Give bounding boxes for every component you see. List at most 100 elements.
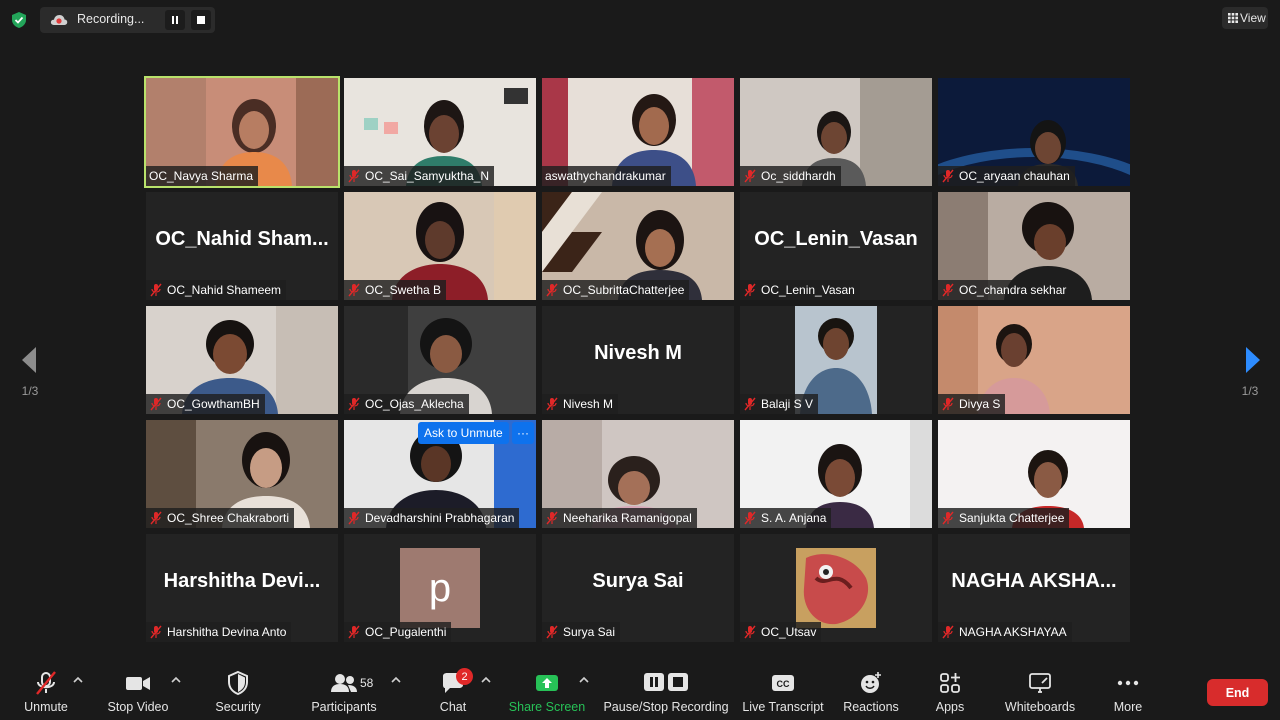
page-indicator-left: 1/3 <box>21 384 39 398</box>
participant-nameplate: OC_Pugalenthi <box>344 622 452 642</box>
video-tile[interactable]: OC_Swetha B <box>344 192 536 300</box>
video-tile[interactable]: OC_GowthamBH <box>146 306 338 414</box>
muted-mic-icon <box>744 283 756 297</box>
muted-mic-icon <box>942 511 954 525</box>
chevron-up-icon[interactable] <box>171 676 181 684</box>
video-tile[interactable]: OC_Sai_Samyuktha_N <box>344 78 536 186</box>
more-button[interactable]: More <box>1104 662 1152 720</box>
video-tile[interactable]: OC_Utsav <box>740 534 932 642</box>
unmute-button[interactable]: Unmute <box>16 662 76 720</box>
participant-name: OC_Swetha B <box>365 283 442 297</box>
chevron-up-icon[interactable] <box>391 676 401 684</box>
muted-mic-icon <box>150 511 162 525</box>
pause-stop-recording-button[interactable]: Pause/Stop Recording <box>600 662 732 720</box>
participant-name: Devadharshini Prabhagaran <box>365 511 515 525</box>
view-button[interactable]: View <box>1222 7 1268 29</box>
chevron-up-icon[interactable] <box>73 676 83 684</box>
video-tile[interactable]: OC_chandra sekhar <box>938 192 1130 300</box>
whiteboard-icon <box>1029 673 1051 693</box>
video-tile[interactable]: Surya Sai Surya Sai <box>542 534 734 642</box>
video-tile[interactable]: aswathychandrakumar <box>542 78 734 186</box>
recording-label: Recording... <box>77 12 145 26</box>
video-tile[interactable]: Harshitha Devi... Harshitha Devina Anto <box>146 534 338 642</box>
pause-recording-button[interactable] <box>165 10 185 30</box>
video-tile[interactable]: S. A. Anjana <box>740 420 932 528</box>
participant-name: Neeharika Ramanigopal <box>563 511 692 525</box>
participant-display-name: OC_Nahid Sham... <box>155 227 329 250</box>
video-tile[interactable]: Ask to Unmute ··· Devadharshini Prabhaga… <box>344 420 536 528</box>
participant-name: OC_aryaan chauhan <box>959 169 1070 183</box>
video-tile[interactable]: OC_Shree Chakraborti <box>146 420 338 528</box>
share-screen-icon <box>536 675 558 691</box>
share-screen-label: Share Screen <box>508 700 586 714</box>
muted-mic-icon <box>348 169 360 183</box>
video-tile[interactable]: OC_Navya Sharma <box>144 76 340 188</box>
video-tile[interactable]: Oc_siddhardh <box>740 78 932 186</box>
participant-display-name: Harshitha Devi... <box>163 569 321 592</box>
tile-more-options-button[interactable]: ··· <box>512 422 534 444</box>
participant-nameplate: OC_Shree Chakraborti <box>146 508 295 528</box>
participants-count: 58 <box>360 676 374 690</box>
encryption-shield-icon[interactable] <box>10 11 28 29</box>
whiteboards-button[interactable]: Whiteboards <box>1000 662 1080 720</box>
chevron-up-icon[interactable] <box>579 676 589 684</box>
video-tile[interactable]: Neeharika Ramanigopal <box>542 420 734 528</box>
muted-mic-icon <box>348 625 360 639</box>
video-tile[interactable]: Balaji S V <box>740 306 932 414</box>
participant-name: aswathychandrakumar <box>545 169 666 183</box>
video-tile[interactable]: Nivesh M Nivesh M <box>542 306 734 414</box>
reactions-label: Reactions <box>843 700 899 714</box>
muted-mic-icon <box>744 511 756 525</box>
stop-video-button[interactable]: Stop Video <box>104 662 172 720</box>
video-tile[interactable]: OC_Lenin_Vasan OC_Lenin_Vasan <box>740 192 932 300</box>
muted-mic-icon <box>546 397 558 411</box>
participant-nameplate: NAGHA AKSHAYAA <box>938 622 1072 642</box>
apps-button[interactable]: Apps <box>926 662 974 720</box>
pause-stop-recording-label: Pause/Stop Recording <box>603 700 729 714</box>
participant-name: OC_Shree Chakraborti <box>167 511 290 525</box>
participants-button[interactable]: 58 Participants <box>306 662 382 720</box>
video-tile[interactable]: Divya S <box>938 306 1130 414</box>
previous-page-arrow-icon[interactable] <box>18 345 42 375</box>
ask-to-unmute-button[interactable]: Ask to Unmute <box>418 422 509 444</box>
video-tile[interactable]: OC_SubrittaChatterjee <box>542 192 734 300</box>
chevron-up-icon[interactable] <box>481 676 491 684</box>
next-page-arrow-icon[interactable] <box>1240 345 1264 375</box>
stop-recording-button[interactable] <box>191 10 211 30</box>
muted-mic-icon <box>348 511 360 525</box>
muted-mic-icon <box>150 625 162 639</box>
participant-nameplate: OC_Navya Sharma <box>146 166 259 186</box>
chat-button[interactable]: 2 Chat <box>428 662 478 720</box>
video-tile[interactable]: OC_Ojas_Aklecha <box>344 306 536 414</box>
end-meeting-button[interactable]: End <box>1207 679 1268 706</box>
participant-nameplate: OC_Nahid Shameem <box>146 280 287 300</box>
gallery-grid: OC_Navya Sharma OC_Sai_Samyuktha_N aswat… <box>144 76 1134 644</box>
security-button[interactable]: Security <box>208 662 268 720</box>
participant-nameplate: OC_Utsav <box>740 622 822 642</box>
reactions-button[interactable]: Reactions <box>840 662 902 720</box>
video-tile[interactable]: Sanjukta Chatterjee <box>938 420 1130 528</box>
participant-nameplate: aswathychandrakumar <box>542 166 671 186</box>
security-label: Security <box>215 700 261 714</box>
participant-name: Sanjukta Chatterjee <box>959 511 1065 525</box>
participant-name: Divya S <box>959 397 1001 411</box>
muted-mic-icon <box>546 283 558 297</box>
video-tile[interactable]: p OC_Pugalenthi <box>344 534 536 642</box>
participant-display-name: NAGHA AKSHA... <box>951 569 1117 592</box>
view-label: View <box>1240 11 1266 25</box>
muted-mic-icon <box>942 397 954 411</box>
video-tile[interactable]: OC_Nahid Sham... OC_Nahid Shameem <box>146 192 338 300</box>
participant-nameplate: Sanjukta Chatterjee <box>938 508 1070 528</box>
avatar: p <box>400 548 480 628</box>
video-tile[interactable]: OC_aryaan chauhan <box>938 78 1130 186</box>
share-screen-button[interactable]: Share Screen <box>508 662 586 720</box>
recording-indicator: Recording... <box>40 7 215 33</box>
live-transcript-button[interactable]: CC Live Transcript <box>740 662 826 720</box>
muted-mic-icon <box>36 671 56 695</box>
participant-name: OC_Sai_Samyuktha_N <box>365 169 490 183</box>
avatar <box>796 548 876 628</box>
video-tile[interactable]: NAGHA AKSHA... NAGHA AKSHAYAA <box>938 534 1130 642</box>
participant-nameplate: Harshitha Devina Anto <box>146 622 292 642</box>
participants-label: Participants <box>311 700 377 714</box>
participant-display-name: Surya Sai <box>592 569 684 592</box>
